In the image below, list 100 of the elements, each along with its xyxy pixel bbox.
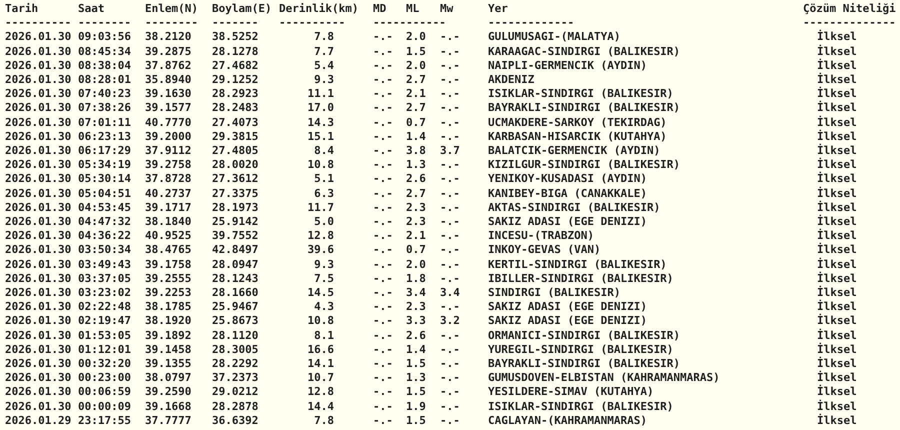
table-cell: -.- — [373, 258, 393, 272]
table-cell: 39.6 — [308, 243, 334, 258]
table-cell: INCESU-(TRABZON) — [488, 229, 594, 244]
table-cell: 2026.01.30 — [5, 385, 72, 400]
table-cell: SAKIZ ADASI (EGE DENIZI) — [488, 314, 647, 329]
table-cell: SAKIZ ADASI (EGE DENIZI) — [488, 300, 647, 314]
table-cell: 28.1120 — [212, 328, 258, 343]
table-cell: 2026.01.30 — [5, 144, 72, 158]
table-cell: 40.2737 — [145, 186, 192, 201]
table-cell: 5.4 — [314, 58, 334, 74]
table-cell: 39.7552 — [212, 229, 258, 244]
table-cell: -.- — [440, 243, 460, 258]
table-cell: -.- — [373, 243, 393, 258]
table-cell: -.- — [373, 215, 393, 230]
table-cell: -.- — [440, 73, 460, 88]
table-cell: 29.0212 — [212, 385, 258, 400]
table-cell: 42.8497 — [212, 243, 258, 258]
table-cell: AKDENIZ — [488, 73, 534, 88]
table-cell: 35.8940 — [145, 73, 192, 88]
table-cell: 16.6 — [308, 342, 334, 358]
table-cell: 08:45:34 — [78, 44, 131, 59]
column-header: Tarih — [5, 2, 38, 16]
table-cell: 2026.01.30 — [5, 172, 72, 187]
table-cell: 7.8 — [314, 30, 334, 45]
table-cell-text: İlksel — [817, 215, 857, 228]
table-cell: 3.4 — [406, 286, 426, 300]
table-cell: -.- — [440, 44, 460, 59]
table-cell: 2026.01.29 — [5, 414, 72, 428]
header-rule: -------- — [78, 16, 131, 30]
table-cell: 5.0 — [314, 215, 334, 230]
table-cell: 28.1278 — [212, 44, 258, 59]
table-cell: 8.4 — [314, 144, 334, 158]
table-cell: 05:34:19 — [78, 158, 131, 172]
column-header: ML — [406, 2, 420, 16]
table-cell: -.- — [440, 342, 460, 358]
table-cell: -.- — [440, 385, 460, 400]
table-cell: 01:12:01 — [78, 342, 131, 358]
table-cell: INKOY-GEVAS (VAN) — [488, 243, 601, 258]
table-cell: -.- — [440, 158, 460, 172]
table-cell: -.- — [373, 186, 393, 201]
table-cell: IBILLER-SINDIRGI (BALIKESIR) — [488, 272, 674, 286]
table-cell: BAYRAKLI-SINDIRGI (BALIKESIR) — [488, 101, 680, 116]
table-cell: 2026.01.30 — [5, 101, 72, 116]
table-cell: 36.6392 — [212, 414, 258, 428]
table-cell: -.- — [373, 414, 393, 428]
table-cell: 11.1 — [308, 87, 334, 102]
table-cell-text: İlksel — [817, 101, 857, 116]
table-cell-text: İlksel — [817, 58, 857, 72]
table-cell: 38.0797 — [145, 371, 192, 386]
table-cell: -.- — [373, 130, 393, 144]
table-cell: 23:17:55 — [78, 414, 131, 428]
table-cell-text: İlksel — [817, 357, 857, 370]
table-cell: 1.3 — [406, 158, 426, 172]
table-cell: YENIKOY-KUSADASI (AYDIN) — [488, 172, 647, 187]
header-rule: ---------- — [279, 16, 346, 30]
table-cell-text: İlksel — [817, 286, 857, 300]
table-cell: -.- — [373, 314, 393, 329]
table-cell: -.- — [373, 300, 393, 314]
table-cell: 2026.01.30 — [5, 400, 72, 414]
table-cell: -.- — [440, 300, 460, 314]
table-cell: 2026.01.30 — [5, 272, 72, 286]
table-cell-text: İlksel — [817, 73, 857, 86]
header-rule: -------- — [145, 16, 198, 30]
table-cell: 7.7 — [314, 44, 334, 59]
table-cell: -.- — [373, 101, 393, 116]
table-cell: 2.3 — [406, 300, 426, 314]
table-cell: 1.9 — [406, 400, 426, 414]
table-cell: 1.5 — [406, 357, 426, 372]
table-cell: 8.1 — [314, 328, 334, 343]
table-cell: 3.2 — [440, 314, 460, 329]
table-cell: 00:23:00 — [78, 371, 131, 386]
table-cell: -.- — [373, 200, 393, 216]
table-cell: 03:50:34 — [78, 243, 131, 258]
table-cell: 28.0020 — [212, 158, 258, 172]
table-cell: 7.5 — [314, 272, 334, 286]
table-cell: -.- — [440, 101, 460, 116]
table-cell: 2026.01.30 — [5, 87, 72, 102]
table-cell: 27.3375 — [212, 186, 258, 201]
table-cell: 2026.01.30 — [5, 130, 72, 144]
table-cell: BALATCIK-GERMENCIK (AYDIN) — [488, 144, 660, 158]
table-cell: 14.5 — [308, 286, 334, 300]
table-cell: 12.8 — [308, 385, 334, 400]
table-cell: 02:19:47 — [78, 314, 131, 329]
table-cell: NAIPLI-GERMENCIK (AYDIN) — [488, 58, 647, 74]
table-cell: 27.3612 — [212, 172, 258, 187]
table-cell: 27.4805 — [212, 144, 258, 158]
table-cell: 39.1355 — [145, 357, 192, 372]
table-cell: 11.7 — [308, 200, 334, 216]
table-cell: 2026.01.30 — [5, 357, 72, 372]
table-cell: 2026.01.30 — [5, 58, 72, 74]
table-cell: KIZILGUR-SINDIRGI (BALIKESIR) — [488, 158, 680, 172]
table-cell-text: İlksel — [817, 300, 857, 314]
table-cell: 3.4 — [440, 286, 460, 300]
table-cell: 2.6 — [406, 328, 426, 343]
table-cell-text: İlksel — [817, 328, 857, 342]
table-cell: 28.0947 — [212, 258, 258, 272]
column-header: Boylam(E) — [212, 2, 272, 16]
table-cell: 27.4073 — [212, 116, 258, 130]
table-cell: 2026.01.30 — [5, 44, 72, 59]
table-cell: 9.3 — [314, 73, 334, 88]
